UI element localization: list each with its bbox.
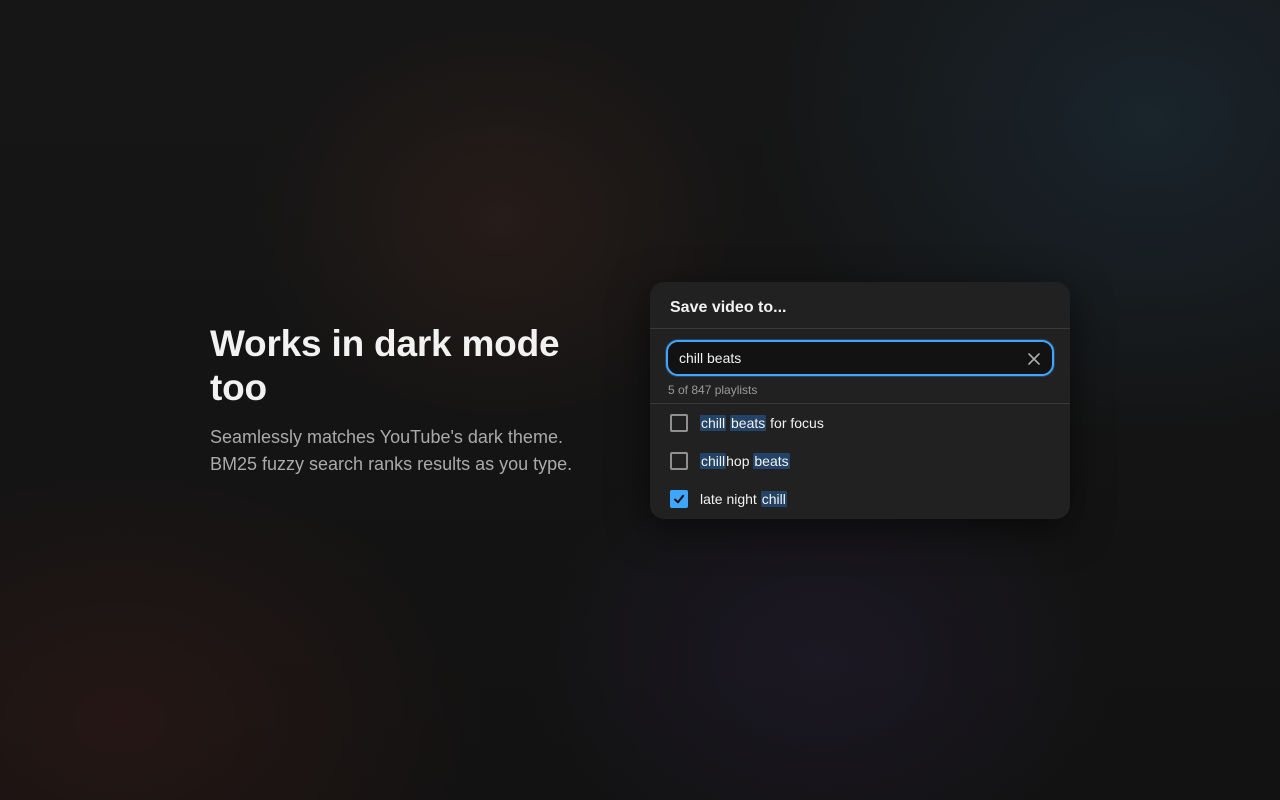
background xyxy=(0,0,1280,800)
playlist-item[interactable]: chillhop beats xyxy=(650,442,1070,480)
clear-search-button[interactable] xyxy=(1024,349,1044,369)
hero-description-line-2: BM25 fuzzy search ranks results as you t… xyxy=(210,454,573,474)
result-count: 5 of 847 playlists xyxy=(668,383,758,397)
playlist-search-input[interactable] xyxy=(668,342,1052,374)
playlist-checkbox[interactable] xyxy=(670,414,688,432)
search-container xyxy=(650,329,1070,376)
playlist-item[interactable]: late night chill xyxy=(650,480,1070,518)
playlist-name: chill beats for focus xyxy=(700,415,824,431)
playlist-name: chillhop beats xyxy=(700,453,790,469)
close-icon xyxy=(1028,353,1040,365)
playlist-checkbox[interactable] xyxy=(670,452,688,470)
search-match-highlight: chill xyxy=(700,415,727,431)
playlist-checkbox[interactable] xyxy=(670,490,688,508)
playlist-name-text: late night xyxy=(700,491,761,507)
search-match-highlight: chill xyxy=(700,453,727,469)
checkmark-icon xyxy=(674,494,685,504)
dialog-title: Save video to... xyxy=(650,282,1070,329)
hero-section: Works in dark mode too Seamlessly matche… xyxy=(210,322,610,478)
search-match-highlight: beats xyxy=(753,453,790,469)
save-to-playlist-dialog: Save video to... 5 of 847 playlists chil… xyxy=(650,282,1070,519)
search-match-highlight: beats xyxy=(730,415,767,431)
playlist-item[interactable]: chill beats for focus xyxy=(650,404,1070,442)
hero-description-line-1: Seamlessly matches YouTube's dark theme. xyxy=(210,427,563,447)
hero-description: Seamlessly matches YouTube's dark theme.… xyxy=(210,424,610,478)
playlist-name-text: hop xyxy=(726,453,754,469)
playlist-list: chill beats for focus chillhop beats late … xyxy=(650,404,1070,518)
playlist-name: late night chill xyxy=(700,491,787,507)
playlist-search-box xyxy=(666,340,1054,376)
search-match-highlight: chill xyxy=(760,491,787,507)
hero-title: Works in dark mode too xyxy=(210,323,560,408)
playlist-name-text: for focus xyxy=(766,415,824,431)
